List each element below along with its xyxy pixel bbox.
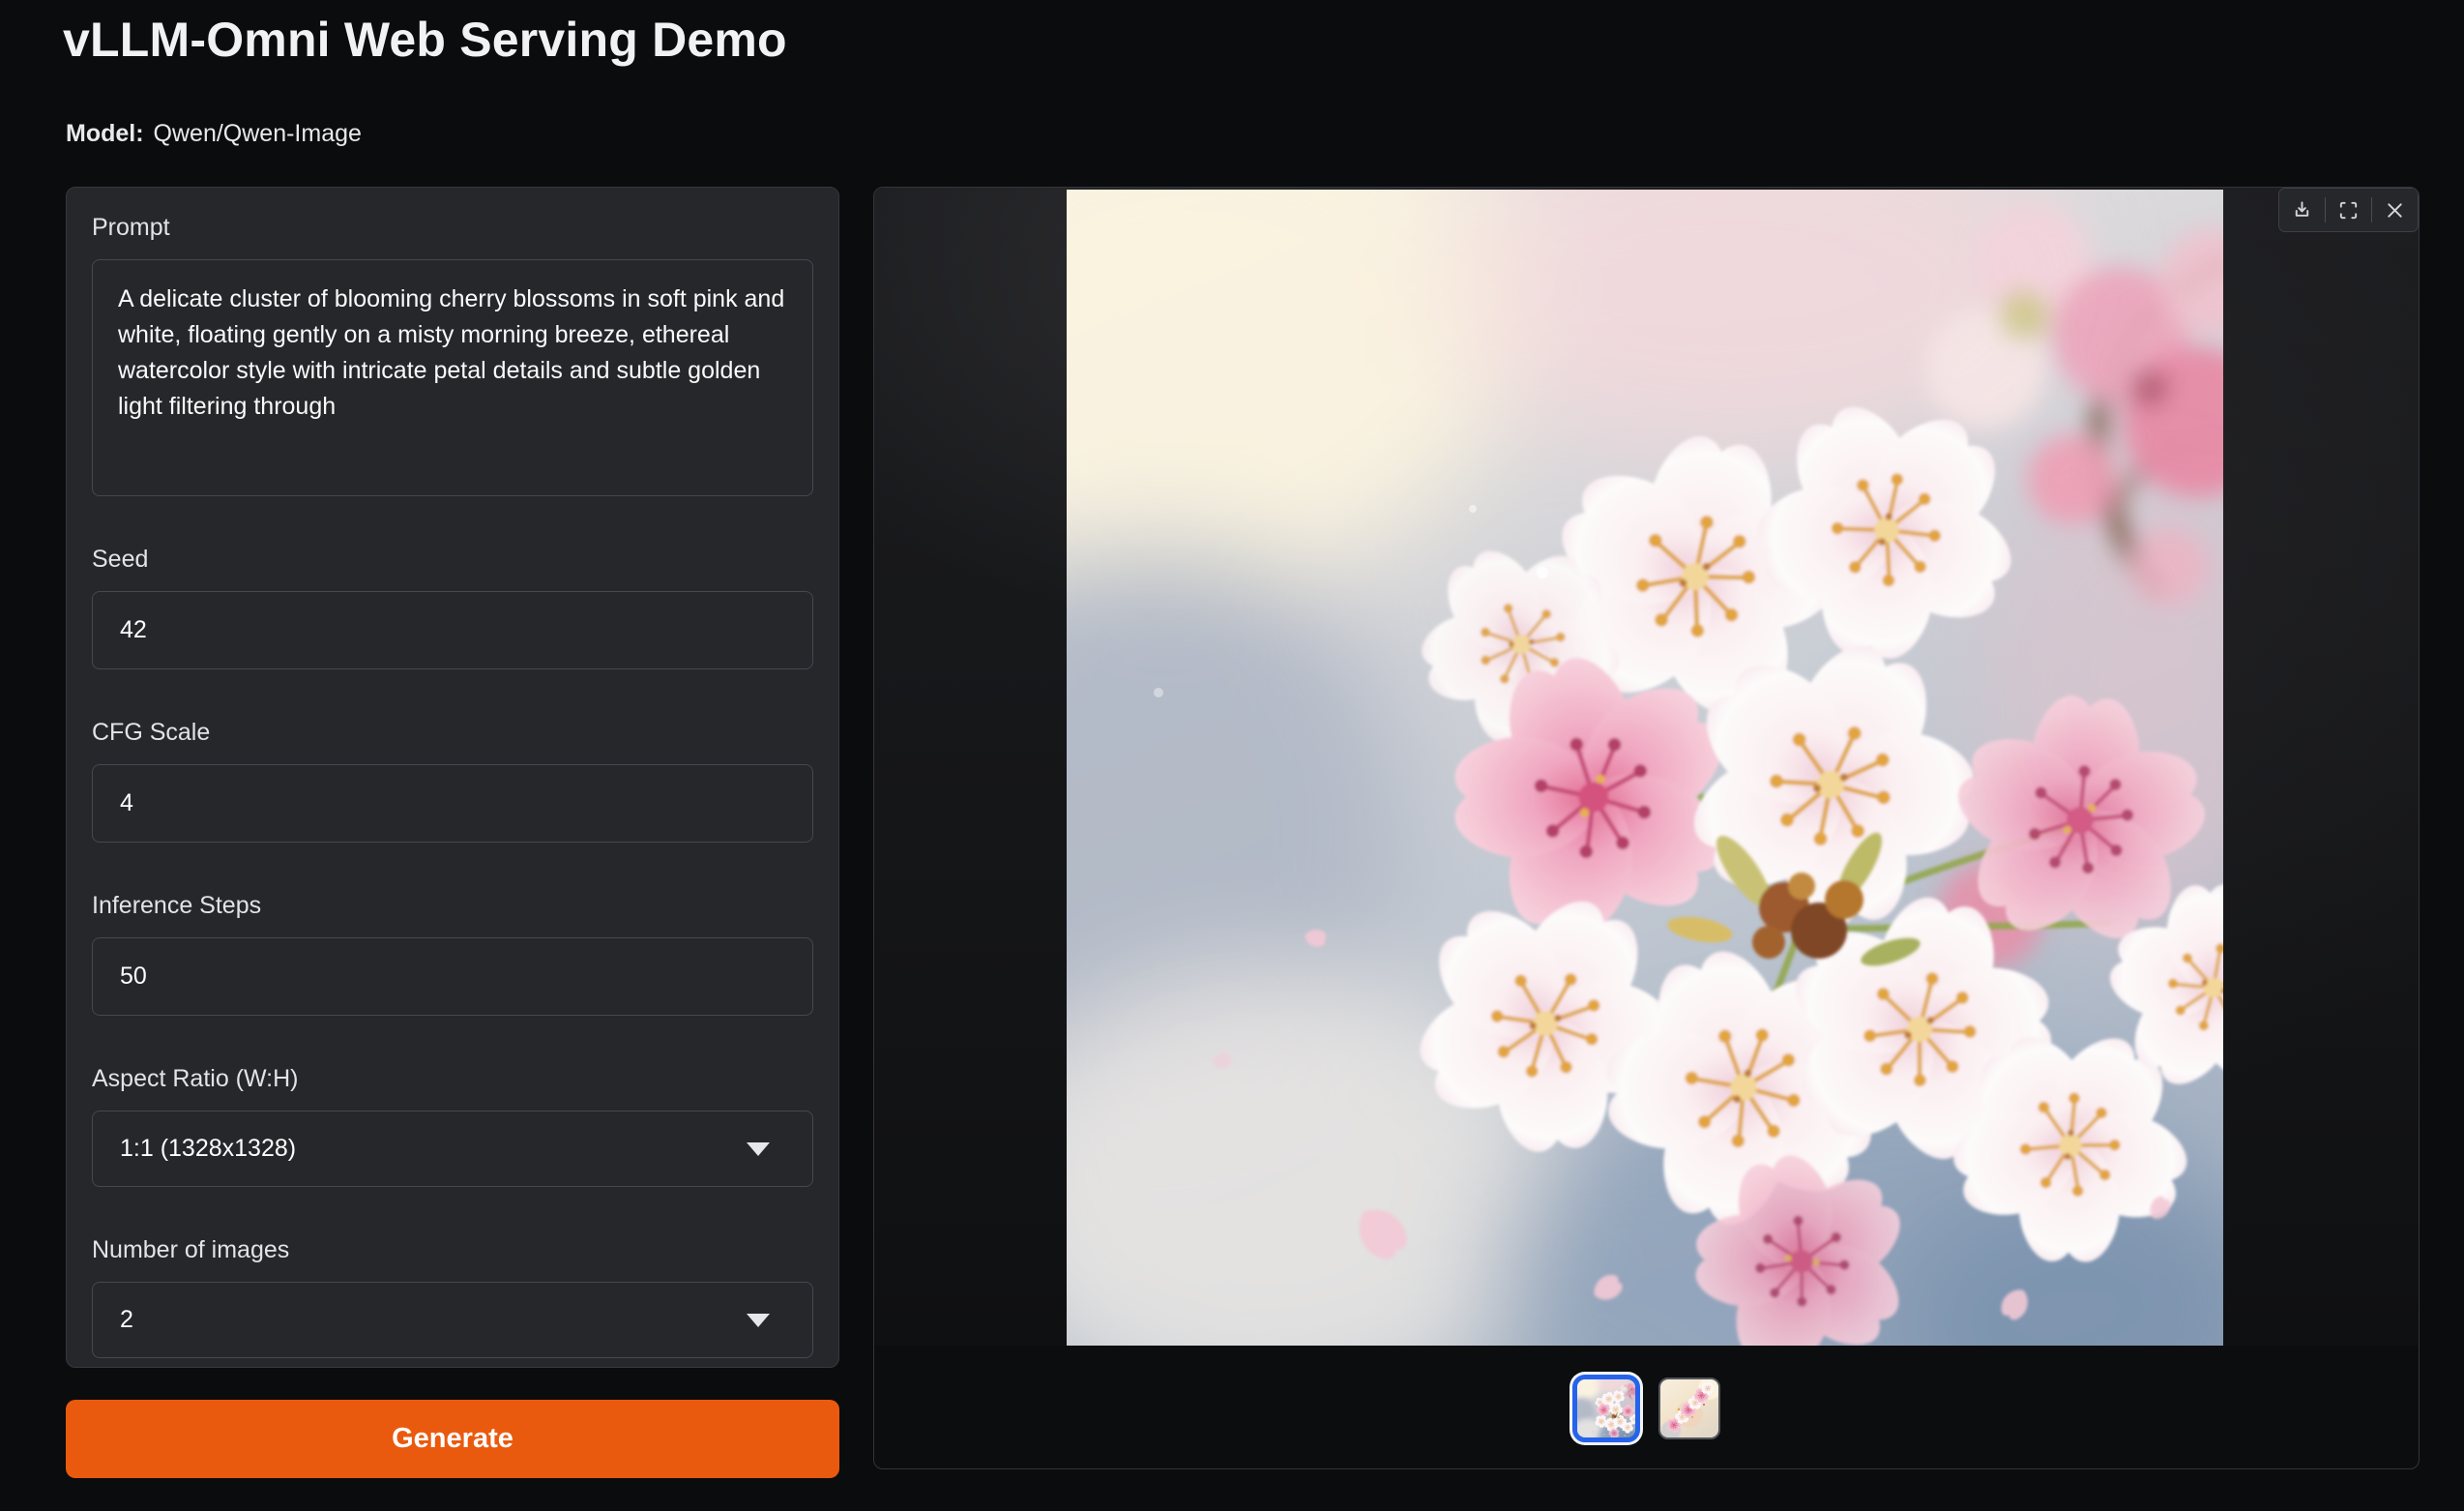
thumbnail-1-image: [1577, 1379, 1635, 1437]
model-value: Qwen/Qwen-Image: [154, 120, 362, 147]
prompt-field: Prompt A delicate cluster of blooming ch…: [92, 213, 813, 496]
page-title: vLLM-Omni Web Serving Demo: [63, 12, 787, 68]
fullscreen-icon: [2337, 199, 2360, 222]
num-images-select[interactable]: 2: [92, 1282, 813, 1358]
chevron-down-icon: [747, 1142, 770, 1156]
aspect-ratio-label: Aspect Ratio (W:H): [92, 1064, 813, 1093]
close-button[interactable]: [2372, 189, 2418, 231]
prompt-input[interactable]: A delicate cluster of blooming cherry bl…: [92, 259, 813, 496]
download-icon: [2291, 199, 2313, 222]
model-label: Model:: [66, 120, 144, 147]
aspect-ratio-select[interactable]: 1:1 (1328x1328): [92, 1111, 813, 1187]
cfg-scale-field: CFG Scale: [92, 718, 813, 843]
aspect-ratio-field: Aspect Ratio (W:H) 1:1 (1328x1328): [92, 1064, 813, 1187]
image-stage: [874, 188, 2419, 1346]
inference-steps-field: Inference Steps: [92, 891, 813, 1016]
seed-input[interactable]: [92, 591, 813, 669]
thumbnail-2-image: [1660, 1379, 1718, 1437]
inference-steps-label: Inference Steps: [92, 891, 813, 920]
num-images-value: 2: [120, 1306, 133, 1334]
seed-field: Seed: [92, 545, 813, 669]
generation-settings-panel: Prompt A delicate cluster of blooming ch…: [66, 187, 839, 1368]
cfg-scale-label: CFG Scale: [92, 718, 813, 747]
image-viewer-panel: [873, 187, 2420, 1469]
num-images-label: Number of images: [92, 1235, 813, 1264]
model-line: Model: Qwen/Qwen-Image: [66, 120, 362, 148]
viewer-toolbar: [2278, 188, 2419, 232]
close-icon: [2384, 199, 2406, 222]
generated-image-cherry-blossoms[interactable]: [1067, 190, 2223, 1346]
download-button[interactable]: [2279, 189, 2325, 231]
num-images-field: Number of images 2: [92, 1235, 813, 1358]
inference-steps-input[interactable]: [92, 937, 813, 1016]
thumbnail-1-selected[interactable]: [1572, 1375, 1640, 1442]
seed-label: Seed: [92, 545, 813, 574]
app-root: vLLM-Omni Web Serving Demo Model: Qwen/Qw…: [0, 0, 2464, 1511]
settings-column: Prompt A delicate cluster of blooming ch…: [66, 187, 839, 1478]
cfg-scale-input[interactable]: [92, 764, 813, 843]
fullscreen-button[interactable]: [2326, 189, 2371, 231]
gallery-thumbnails: [874, 1346, 2419, 1469]
thumbnail-2[interactable]: [1658, 1378, 1720, 1439]
aspect-ratio-value: 1:1 (1328x1328): [120, 1135, 296, 1163]
generate-button[interactable]: Generate: [66, 1400, 839, 1478]
prompt-label: Prompt: [92, 213, 813, 242]
chevron-down-icon: [747, 1314, 770, 1327]
